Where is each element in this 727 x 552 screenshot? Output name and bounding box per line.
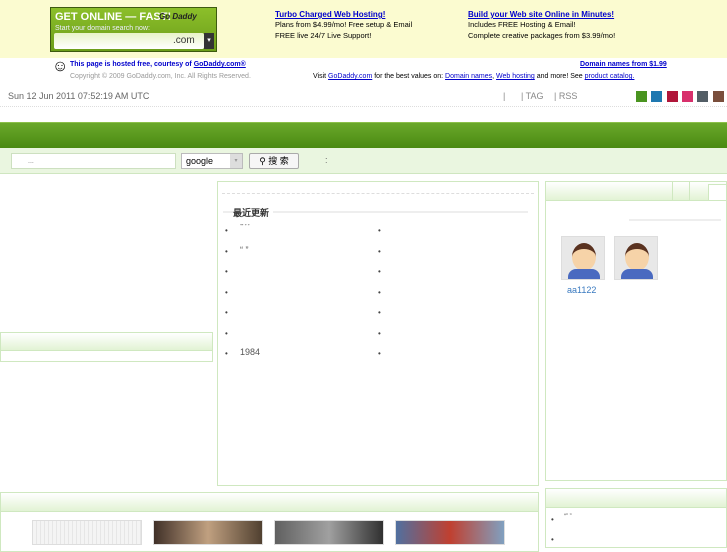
engine-value: google	[186, 156, 214, 166]
bullet: •	[551, 535, 554, 544]
list-item[interactable]: “” ”	[564, 514, 572, 520]
side-bottom-panel: • “” ” •	[545, 488, 727, 548]
theme-color-swatch[interactable]	[712, 91, 724, 102]
photo-thumb[interactable]	[32, 520, 142, 545]
bullet: •	[378, 328, 381, 338]
avatar[interactable]	[614, 236, 658, 280]
godaddy-logo: Go Daddy	[159, 12, 197, 21]
bullet: •	[225, 226, 228, 235]
nav-bar	[0, 122, 727, 148]
web-hosting-link[interactable]: Web hosting	[496, 73, 535, 80]
bullet: •	[551, 515, 554, 524]
godaddy-mascot-icon: ☺	[52, 58, 69, 75]
ad-line: Plans from $4.99/mo! Free setup & Email	[275, 20, 413, 29]
photo-thumb[interactable]	[274, 520, 384, 545]
bullet: •	[378, 267, 381, 276]
avatar[interactable]	[561, 236, 605, 280]
ad-line: Complete creative packages from $3.99/mo…	[468, 31, 616, 40]
copyright: Copyright © 2009 GoDaddy.com, Inc. All R…	[70, 73, 251, 80]
godaddy-link[interactable]: GoDaddy.com®	[194, 61, 246, 68]
recent-item[interactable]: “ ”	[240, 245, 249, 255]
godaddy-visit-link[interactable]: GoDaddy.com	[328, 73, 372, 80]
domain-names-link[interactable]: Domain names from $1.99	[580, 61, 667, 68]
bullet: •	[378, 349, 381, 358]
bullet: •	[225, 349, 228, 358]
bullet: •	[225, 308, 228, 317]
visit-text: and more! See	[534, 73, 585, 80]
date-time: Sun 12 Jun 2011 07:52:19 AM UTC	[8, 91, 150, 101]
user-panel	[545, 181, 727, 481]
recent-item[interactable]: “” ” ”	[240, 224, 249, 230]
theme-color-swatch[interactable]	[681, 91, 693, 102]
bullet: •	[378, 246, 381, 256]
tag-link[interactable]: | TAG	[521, 91, 544, 101]
photo-thumb[interactable]	[153, 520, 263, 545]
ad-builder-link[interactable]: Build your Web site Online in Minutes!	[468, 10, 614, 19]
theme-color-swatch[interactable]	[697, 91, 709, 102]
theme-color-swatch[interactable]	[636, 91, 647, 102]
recent-item[interactable]: 1984	[240, 347, 260, 357]
chevron-down-icon: ▾	[230, 154, 242, 168]
search-button[interactable]: ⚲ 搜 索	[249, 153, 299, 169]
ad-line: FREE live 24/7 Live Support!	[275, 31, 372, 40]
ad-line: Includes FREE Hosting & Email!	[468, 20, 576, 29]
divider	[0, 106, 727, 107]
engine-select[interactable]: google ▾	[181, 153, 243, 169]
rss-link[interactable]: | RSS	[554, 91, 577, 101]
bullet: •	[378, 308, 381, 317]
tld-select[interactable]: .com	[173, 35, 195, 46]
godaddy-banner[interactable]: GET ONLINE — FAST! Start your domain sea…	[50, 7, 217, 52]
photo-thumb[interactable]	[395, 520, 505, 545]
theme-color-swatch[interactable]	[651, 91, 663, 102]
left-panel	[0, 332, 213, 362]
search-icon: ⚲	[259, 156, 269, 166]
domain-names-link2[interactable]: Domain names	[445, 73, 492, 80]
bullet: •	[225, 246, 228, 256]
username-link[interactable]: aa1122	[567, 285, 596, 295]
tab-active[interactable]	[708, 184, 727, 201]
bullet: •	[225, 267, 228, 276]
recent-panel: 最近更新 • • “” ” ” • • “ ” • • • • • • • • • • 1984	[217, 181, 539, 486]
recent-title: 最近更新	[233, 206, 274, 219]
bullet: •	[378, 226, 381, 235]
bullet: •	[225, 287, 228, 297]
chevron-down-icon[interactable]: ▾	[204, 33, 214, 49]
separator: |	[503, 91, 506, 101]
search-input[interactable]	[11, 153, 176, 169]
bullet: •	[225, 328, 228, 338]
search-button-label: 搜 索	[268, 156, 289, 166]
banner-headline: GET ONLINE — FAST!	[55, 11, 172, 23]
visit-text: Visit	[313, 73, 329, 80]
ad-builder: Build your Web site Online in Minutes! I…	[468, 10, 615, 41]
banner-subline: Start your domain search now:	[55, 25, 150, 32]
visit-text: for the best values on:	[372, 73, 446, 80]
bullet: •	[378, 287, 381, 297]
product-catalog-link[interactable]: product catalog.	[585, 73, 635, 80]
ad-hosting: Turbo Charged Web Hosting! Plans from $4…	[275, 10, 412, 41]
ad-hosting-link[interactable]: Turbo Charged Web Hosting!	[275, 10, 385, 19]
theme-color-swatch[interactable]	[666, 91, 678, 102]
colon: :	[325, 155, 328, 165]
hosted-text: This page is hosted free, courtesy of	[70, 61, 194, 68]
